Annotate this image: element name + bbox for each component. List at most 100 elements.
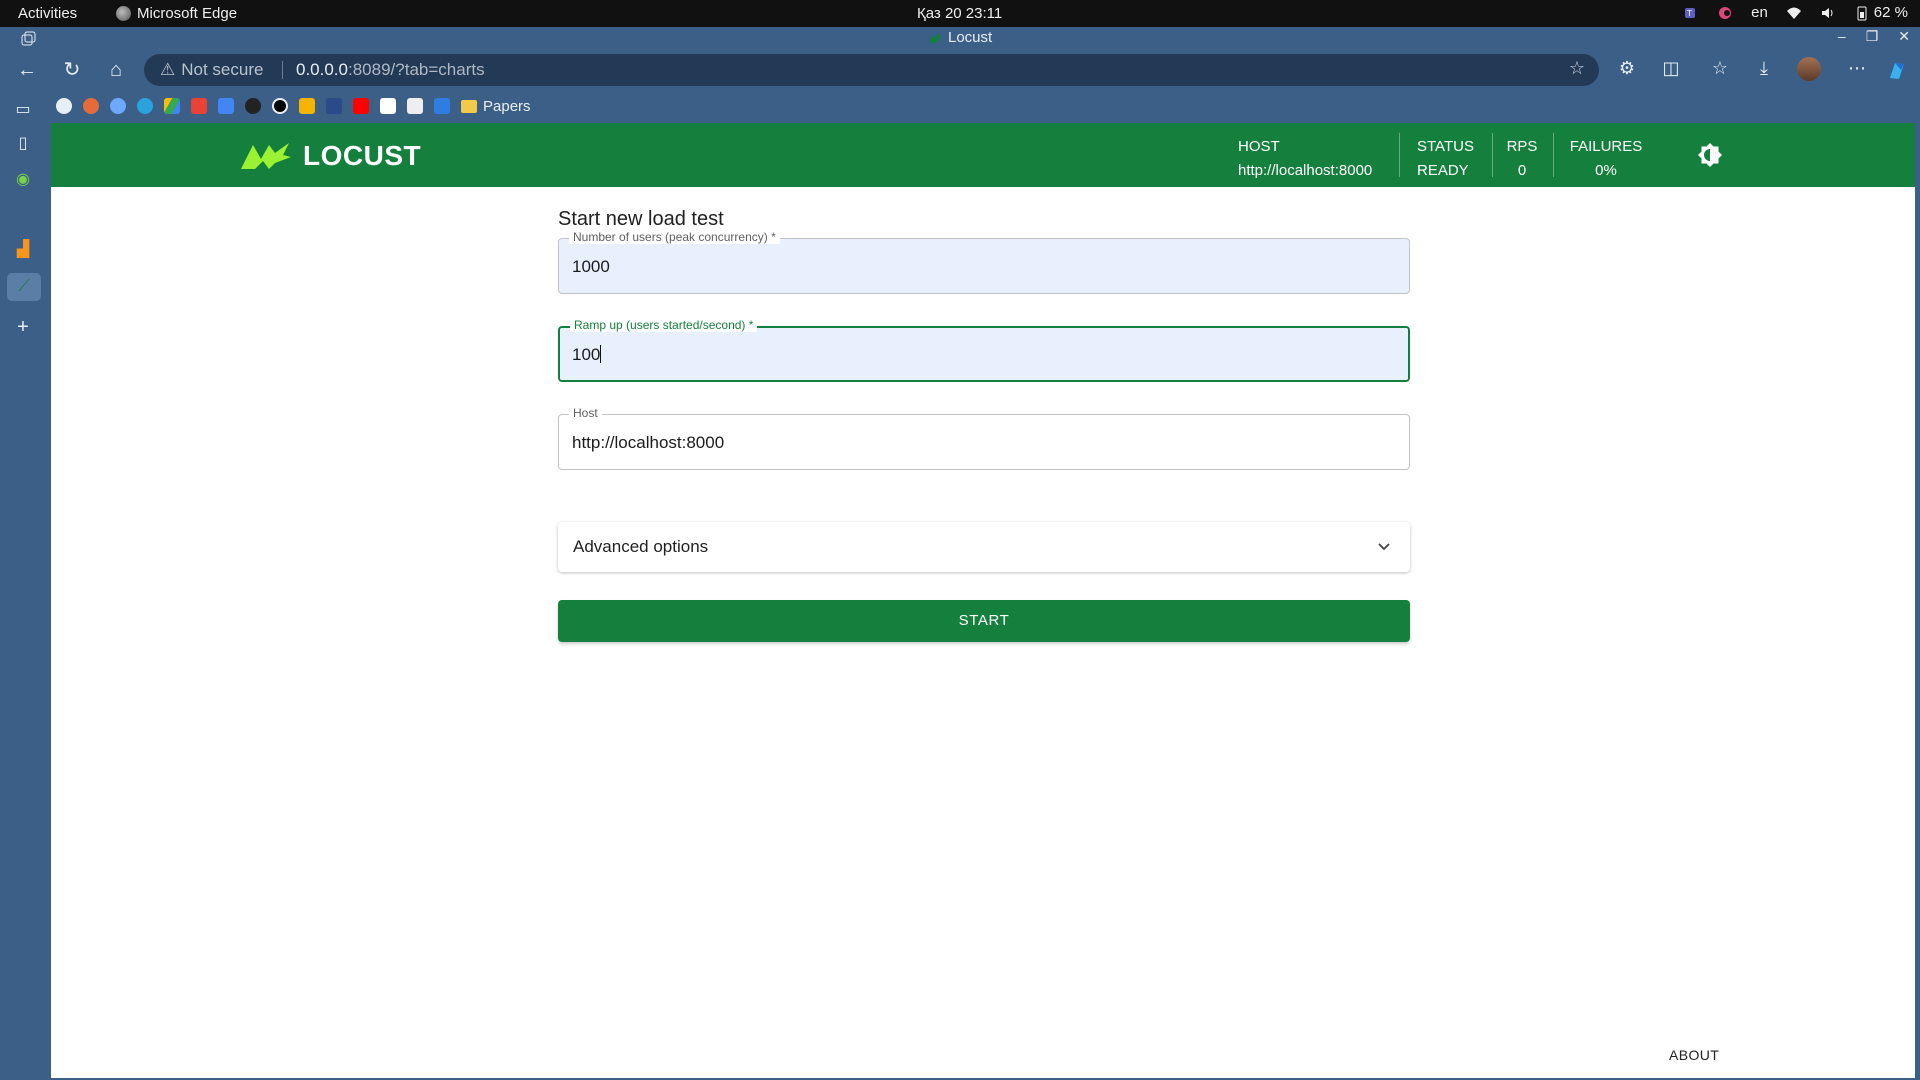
tab-actions-icon[interactable]: ▭ <box>12 99 34 121</box>
system-tray[interactable]: T en 62 % <box>1683 4 1908 21</box>
back-icon[interactable]: ← <box>15 58 39 82</box>
app-name: Microsoft Edge <box>137 5 238 22</box>
svg-text:T: T <box>1686 9 1692 18</box>
activities-button[interactable]: Activities <box>18 5 77 22</box>
openai-bookmark-icon[interactable] <box>56 98 72 114</box>
ramp-up-field[interactable]: Ramp up (users started/second) * 100 <box>558 318 1410 382</box>
theme-toggle-icon[interactable] <box>1697 142 1723 168</box>
split-screen-icon[interactable]: ◫ <box>1659 58 1683 79</box>
close-icon[interactable]: ✕ <box>1898 28 1910 45</box>
vertical-tab-locust-icon[interactable]: ⟋ <box>7 273 41 301</box>
folder-icon <box>461 99 477 113</box>
extensions-icon[interactable]: ⚙ <box>1615 58 1639 79</box>
header-divider <box>1553 133 1554 177</box>
header-host: HOST http://localhost:8000 <box>1238 135 1372 183</box>
circle-bookmark-icon[interactable] <box>272 98 288 114</box>
downloads-icon[interactable]: ⤓ <box>1752 58 1776 79</box>
browser-toolbar: ← ↻ ⌂ ⚠ Not secure 0.0.0.0:8089/?tab=cha… <box>0 49 1920 91</box>
status-label: STATUS <box>1417 138 1474 155</box>
rps-label: RPS <box>1506 138 1538 155</box>
users-input-value: 1000 <box>572 257 610 276</box>
volume-icon[interactable] <box>1820 5 1836 21</box>
gmail-bookmark-icon[interactable] <box>191 98 207 114</box>
favorites-icon[interactable]: ☆ <box>1708 58 1732 79</box>
about-link[interactable]: ABOUT <box>1669 1047 1719 1063</box>
battery-indicator[interactable]: 62 % <box>1854 4 1908 21</box>
window-title-text: Locust <box>948 29 993 46</box>
play-bookmark-icon[interactable] <box>380 98 396 114</box>
ramp-up-text: 100 <box>572 345 601 364</box>
locust-logo[interactable]: LOCUST <box>239 140 421 172</box>
battery-icon <box>1857 6 1867 20</box>
advanced-options-accordion[interactable]: Advanced options <box>558 522 1410 572</box>
host-label: HOST <box>1238 138 1280 155</box>
puzzle-bookmark-icon[interactable] <box>434 98 450 114</box>
ramp-up-input-value: 100 <box>572 345 602 365</box>
locust-header: LOCUST HOST http://localhost:8000 STATUS… <box>51 123 1915 187</box>
address-bar[interactable]: ⚠ Not secure 0.0.0.0:8089/?tab=charts ☆ <box>144 54 1599 86</box>
keyboard-language[interactable]: en <box>1751 4 1768 21</box>
window-controls: – ❐ ✕ <box>1838 28 1910 45</box>
app-menu[interactable]: Microsoft Edge <box>116 5 237 22</box>
failures-value: 0% <box>1595 162 1617 179</box>
security-indicator[interactable]: ⚠ Not secure <box>160 60 263 80</box>
restore-icon[interactable]: ❐ <box>1866 28 1879 45</box>
security-label: Not secure <box>181 60 264 79</box>
teams-icon[interactable]: T <box>1683 5 1699 21</box>
claude-bookmark-icon[interactable] <box>83 98 99 114</box>
google-drive-bookmark-icon[interactable] <box>164 98 180 114</box>
start-test-form: Start new load test Number of users (pea… <box>558 208 1410 642</box>
header-failures: FAILURES 0% <box>1568 135 1644 183</box>
failures-label: FAILURES <box>1569 138 1643 155</box>
new-tab-icon[interactable]: + <box>12 316 34 338</box>
host-field[interactable]: Host http://localhost:8000 <box>558 406 1410 470</box>
form-title: Start new load test <box>558 208 724 230</box>
more-menu-icon[interactable]: ⋯ <box>1845 58 1869 79</box>
edge-app-icon <box>116 6 131 21</box>
google-docs-bookmark-icon[interactable] <box>218 98 234 114</box>
start-button[interactable]: START <box>558 600 1410 642</box>
bookmarks-bar: Papers <box>56 91 531 121</box>
profile-avatar[interactable] <box>1797 57 1821 81</box>
color-picker-icon[interactable] <box>1717 5 1733 21</box>
text-caret <box>600 345 602 363</box>
rps-value: 0 <box>1517 162 1527 179</box>
url-host: 0.0.0.0 <box>296 60 348 79</box>
wifi-icon[interactable] <box>1786 5 1802 21</box>
vertical-tab-globe-icon[interactable]: ◉ <box>12 169 34 191</box>
advanced-options-label: Advanced options <box>573 537 709 556</box>
url-path: :8089/?tab=charts <box>348 60 485 79</box>
host-input-value: http://localhost:8000 <box>572 433 725 452</box>
page-content: LOCUST HOST http://localhost:8000 STATUS… <box>51 123 1915 1078</box>
chevron-down-icon <box>1378 543 1390 551</box>
host-value: http://localhost:8000 <box>1238 162 1373 179</box>
battery-percent: 62 % <box>1873 4 1908 21</box>
reload-icon[interactable]: ↻ <box>60 58 84 82</box>
users-field[interactable]: Number of users (peak concurrency) * 100… <box>558 230 1410 294</box>
papers-bookmark-folder[interactable]: Papers <box>461 98 531 115</box>
favorite-star-icon[interactable]: ☆ <box>1569 58 1585 79</box>
gemini-bookmark-icon[interactable] <box>110 98 126 114</box>
page-icon[interactable]: ▯ <box>12 133 34 155</box>
keep-bookmark-icon[interactable] <box>299 98 315 114</box>
url-text[interactable]: 0.0.0.0:8089/?tab=charts <box>296 60 485 80</box>
vertical-tab-app-icon[interactable]: ▟ <box>12 239 34 261</box>
system-top-bar: Activities Microsoft Edge Қаз 20 23:11 T… <box>0 0 1920 27</box>
media-bookmark-icon[interactable] <box>245 98 261 114</box>
locust-tab-icon <box>929 33 941 42</box>
workspaces-icon[interactable] <box>20 31 36 47</box>
header-divider <box>1399 133 1400 177</box>
window-title: Locust <box>928 29 992 46</box>
telegram-bookmark-icon[interactable] <box>137 98 153 114</box>
flag-bookmark-icon[interactable] <box>326 98 342 114</box>
copilot-icon[interactable] <box>1886 60 1908 82</box>
clock[interactable]: Қаз 20 23:11 <box>917 5 1002 22</box>
warning-icon: ⚠ <box>160 60 176 79</box>
home-icon[interactable]: ⌂ <box>104 58 128 82</box>
calendar-bookmark-icon[interactable] <box>407 98 423 114</box>
youtube-bookmark-icon[interactable] <box>353 98 369 114</box>
header-status: STATUS READY <box>1417 135 1474 183</box>
minimize-icon[interactable]: – <box>1838 28 1846 45</box>
users-field-label: Number of users (peak concurrency) * <box>569 230 780 244</box>
url-separator <box>282 61 283 79</box>
